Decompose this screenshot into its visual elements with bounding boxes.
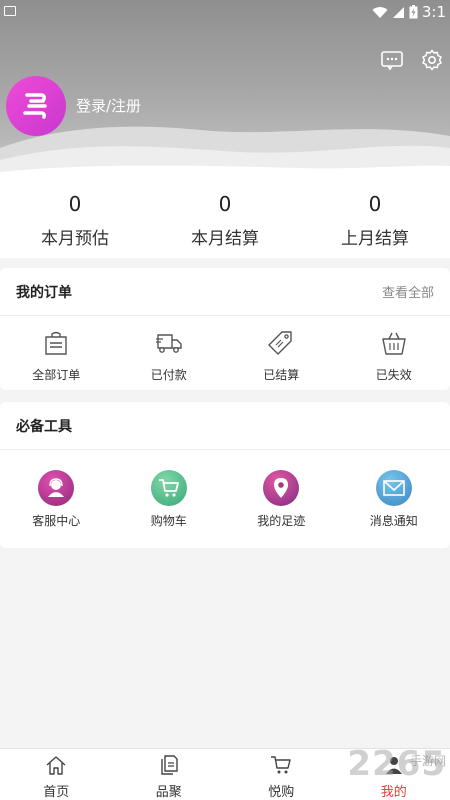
wifi-icon: [372, 6, 388, 18]
mail-icon: [375, 470, 412, 506]
view-all-link[interactable]: 查看全部: [382, 282, 434, 301]
orders-title: 我的订单: [16, 284, 72, 301]
order-invalid-button[interactable]: 已失效: [338, 316, 450, 383]
watermark-sub: 手游网: [409, 754, 446, 768]
notification-label: 消息通知: [369, 514, 418, 528]
stat-last-month-settled[interactable]: 0 上月结算: [300, 178, 450, 258]
customer-service-icon: [38, 470, 75, 506]
stat-value: 0: [68, 192, 82, 216]
tab-home-label: 首页: [43, 785, 70, 800]
cart-icon: [150, 470, 187, 506]
app-logo-icon: [23, 93, 47, 119]
stat-label: 本月预估: [41, 229, 109, 249]
header-wave: [0, 126, 450, 178]
message-icon[interactable]: [380, 48, 404, 72]
tab-yuegou-label: 悦购: [268, 785, 295, 800]
shopping-cart-label: 购物车: [150, 514, 187, 528]
stat-monthly-settled[interactable]: 0 本月结算: [150, 178, 300, 258]
cart-icon: [271, 756, 291, 774]
tab-pinju-label: 品聚: [155, 785, 182, 800]
order-paid-button[interactable]: 已付款: [113, 316, 226, 383]
login-register-link[interactable]: 登录/注册: [76, 95, 141, 116]
stat-monthly-estimate[interactable]: 0 本月预估: [0, 178, 150, 258]
customer-service-label: 客服中心: [32, 514, 81, 528]
order-paid-label: 已付款: [150, 368, 187, 382]
stat-label: 上月结算: [341, 229, 409, 249]
customer-service-button[interactable]: 客服中心: [0, 450, 113, 529]
profile-header: 3:1 登录/注册: [0, 0, 450, 178]
status-bar: 3:1: [0, 0, 450, 26]
status-time: 3:1: [421, 3, 446, 21]
stat-value: 0: [368, 192, 382, 216]
order-all-button[interactable]: 全部订单: [0, 316, 113, 383]
tab-home[interactable]: 首页: [0, 749, 113, 800]
stat-label: 本月结算: [191, 229, 259, 249]
basket-icon: [382, 332, 406, 355]
stat-value: 0: [218, 192, 232, 216]
signal-icon: [392, 6, 404, 18]
truck-icon: [155, 334, 182, 353]
order-settled-button[interactable]: 已结算: [225, 316, 338, 383]
bag-icon: [45, 331, 67, 355]
tab-yuegou[interactable]: 悦购: [225, 749, 338, 800]
footprint-button[interactable]: 我的足迹: [225, 450, 338, 529]
order-all-label: 全部订单: [32, 368, 81, 382]
tag-icon: [268, 331, 292, 355]
order-invalid-label: 已失效: [375, 368, 412, 382]
footprint-label: 我的足迹: [257, 514, 306, 528]
gear-icon[interactable]: [420, 48, 444, 72]
earnings-stats: 0 本月预估 0 本月结算 0 上月结算: [0, 178, 450, 258]
my-orders-card: 我的订单 查看全部 全部订单 已付款 已结算 已失效: [0, 268, 450, 390]
home-icon: [46, 756, 66, 775]
notification-button[interactable]: 消息通知: [338, 450, 450, 529]
location-icon: [263, 470, 300, 506]
tools-title: 必备工具: [16, 418, 72, 435]
screenshot-icon: [4, 6, 16, 16]
battery-icon: [409, 5, 418, 19]
tools-card: 必备工具 客服中心 购物车 我的足迹 消息通知: [0, 402, 450, 548]
pages-icon: [161, 755, 178, 775]
shopping-cart-button[interactable]: 购物车: [113, 450, 226, 529]
tab-pinju[interactable]: 品聚: [113, 749, 226, 800]
order-settled-label: 已结算: [263, 368, 300, 382]
